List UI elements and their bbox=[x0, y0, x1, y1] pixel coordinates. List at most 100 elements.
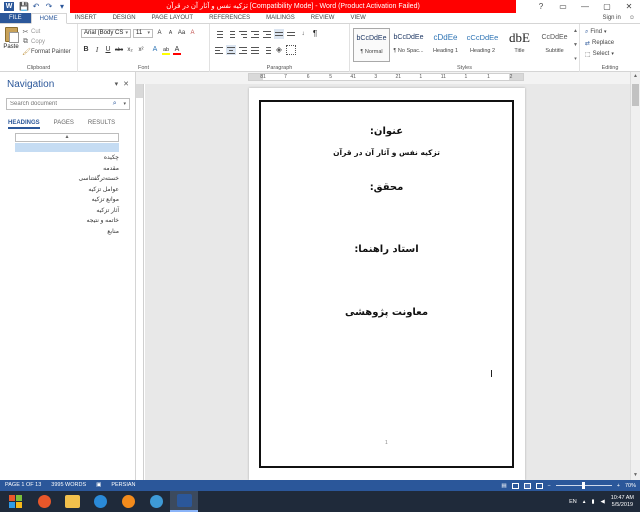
tab-review[interactable]: REVIEW bbox=[303, 13, 343, 23]
horizontal-ruler[interactable]: 81 7 6 5 41 3 21 1 11 1 1 2 bbox=[248, 73, 524, 81]
subscript-button[interactable]: x₂ bbox=[125, 45, 135, 55]
word-count[interactable]: 3995 WORDS bbox=[46, 480, 91, 491]
clock[interactable]: 10:47 AM 5/5/2019 bbox=[611, 495, 634, 509]
start-button[interactable] bbox=[0, 491, 30, 512]
tab-references[interactable]: REFERENCES bbox=[201, 13, 258, 23]
customize-qat-icon[interactable]: ▾ bbox=[58, 2, 66, 11]
borders-icon[interactable] bbox=[286, 45, 296, 55]
document-page[interactable]: عنوان: تزکیه نفس و آثار آن در قرآن محقق:… bbox=[249, 88, 525, 480]
rtl-direction-icon[interactable] bbox=[286, 29, 296, 39]
numbering-icon[interactable] bbox=[226, 29, 236, 39]
zoom-slider-knob[interactable] bbox=[581, 482, 585, 489]
maximize-button[interactable]: ▢ bbox=[596, 0, 618, 13]
find-button[interactable]: ⌕ Find ▾ bbox=[585, 27, 607, 37]
bold-button[interactable]: B bbox=[81, 45, 91, 55]
change-case-button[interactable]: Aa bbox=[177, 29, 186, 38]
network-icon[interactable]: ▮ bbox=[591, 499, 594, 505]
sort-icon[interactable]: ↓ bbox=[298, 29, 308, 39]
tab-results[interactable]: RESULTS bbox=[88, 120, 115, 129]
bullets-icon[interactable] bbox=[214, 29, 224, 39]
style-heading-1[interactable]: cDdEe Heading 1 bbox=[427, 28, 464, 62]
close-button[interactable]: ✕ bbox=[618, 0, 640, 13]
help-button[interactable]: ? bbox=[530, 0, 552, 13]
close-pane-icon[interactable]: ✕ bbox=[123, 80, 129, 88]
decrease-indent-icon[interactable] bbox=[250, 29, 260, 39]
search-document-input[interactable] bbox=[10, 101, 106, 107]
zoom-level[interactable]: 70% bbox=[625, 483, 636, 489]
vertical-ruler[interactable] bbox=[136, 84, 144, 480]
zoom-out-icon[interactable]: − bbox=[548, 483, 551, 489]
align-right-icon[interactable] bbox=[238, 45, 248, 55]
top-margin-marker[interactable] bbox=[136, 84, 143, 98]
volume-icon[interactable]: ◀ bbox=[601, 499, 605, 505]
tab-headings[interactable]: HEADINGS bbox=[8, 120, 40, 129]
font-name-combo[interactable]: Arial (Body CS ▾ bbox=[81, 29, 131, 38]
underline-button[interactable]: U bbox=[103, 45, 113, 55]
highlight-button[interactable]: ab bbox=[161, 45, 171, 55]
align-center-icon[interactable] bbox=[226, 45, 236, 55]
minimize-button[interactable]: — bbox=[574, 0, 596, 13]
search-icon[interactable]: ⌕ bbox=[113, 100, 117, 108]
show-marks-button[interactable]: ¶ bbox=[310, 29, 320, 39]
tab-pages[interactable]: PAGES bbox=[54, 120, 74, 129]
redo-icon[interactable]: ↷ bbox=[45, 2, 53, 11]
heading-item[interactable]: منابع bbox=[15, 228, 119, 239]
style-heading-2[interactable]: cCcDdEe Heading 2 bbox=[464, 28, 501, 62]
undo-icon[interactable]: ↶ bbox=[32, 2, 40, 11]
justify-icon[interactable] bbox=[250, 45, 260, 55]
pane-options-icon[interactable]: ▾ bbox=[115, 80, 119, 88]
style-title[interactable]: dbE Title bbox=[501, 28, 538, 62]
zoom-slider[interactable] bbox=[555, 482, 612, 489]
chevron-down-icon[interactable]: ▾ bbox=[123, 101, 126, 107]
taskbar-ie[interactable] bbox=[86, 491, 114, 512]
text-effects-button[interactable]: A bbox=[150, 45, 160, 55]
vertical-scrollbar[interactable]: ▲ ▼ bbox=[630, 72, 640, 480]
tray-language[interactable]: EN bbox=[569, 499, 577, 505]
save-icon[interactable]: 💾 bbox=[19, 2, 29, 11]
multilevel-list-icon[interactable] bbox=[238, 29, 248, 39]
copy-button[interactable]: ⧉ Copy bbox=[22, 37, 71, 47]
tab-insert[interactable]: INSERT bbox=[67, 13, 105, 23]
font-color-button[interactable]: A bbox=[172, 45, 182, 55]
scroll-up-icon[interactable]: ▲ bbox=[631, 72, 640, 81]
sign-in-link[interactable]: Sign in bbox=[603, 13, 621, 23]
format-painter-button[interactable]: 🖌 Format Painter bbox=[22, 47, 71, 57]
scroll-thumb[interactable] bbox=[632, 84, 639, 106]
align-left-icon[interactable] bbox=[214, 45, 224, 55]
shading-icon[interactable]: ◈ bbox=[274, 45, 284, 55]
nav-search-box[interactable]: ⌕ ▾ bbox=[6, 98, 130, 110]
increase-indent-icon[interactable] bbox=[262, 29, 272, 39]
replace-button[interactable]: ⇄ Replace bbox=[585, 38, 614, 48]
more-styles-icon[interactable]: ▾ bbox=[572, 56, 579, 62]
tab-file[interactable]: FILE bbox=[0, 13, 31, 23]
zoom-in-icon[interactable]: + bbox=[617, 483, 620, 489]
tab-view[interactable]: VIEW bbox=[342, 13, 373, 23]
chevron-up-icon[interactable]: ▲ bbox=[572, 28, 579, 34]
styles-gallery-scroll[interactable]: ▲ ▼ ▾ bbox=[572, 28, 579, 62]
language-indicator[interactable]: PERSIAN bbox=[106, 480, 140, 491]
taskbar-file-explorer[interactable] bbox=[58, 491, 86, 512]
heading-item[interactable]: آثار تزکیه bbox=[15, 207, 119, 218]
heading-item[interactable]: مقدمه bbox=[15, 165, 119, 176]
heading-item[interactable]: چکیده bbox=[15, 154, 119, 165]
font-size-combo[interactable]: 11 ▾ bbox=[133, 29, 153, 38]
style-subtitle[interactable]: CcDdEe Subtitle bbox=[536, 28, 573, 62]
tab-page-layout[interactable]: PAGE LAYOUT bbox=[144, 13, 201, 23]
chevron-down-icon[interactable]: ▼ bbox=[572, 42, 579, 48]
read-mode-icon[interactable] bbox=[511, 482, 519, 489]
tab-design[interactable]: DESIGN bbox=[105, 13, 144, 23]
taskbar-telegram[interactable] bbox=[142, 491, 170, 512]
heading-item[interactable]: عوامل تزکیه bbox=[15, 186, 119, 197]
smiley-icon[interactable]: ☺ bbox=[629, 13, 635, 23]
taskbar-word[interactable] bbox=[170, 491, 198, 512]
web-layout-icon[interactable] bbox=[535, 482, 543, 489]
italic-button[interactable]: I bbox=[92, 45, 102, 55]
ribbon-display-options-button[interactable]: ▭ bbox=[552, 0, 574, 13]
ltr-direction-icon[interactable] bbox=[274, 29, 284, 39]
macro-icon[interactable]: ▤ bbox=[501, 483, 506, 489]
scroll-down-icon[interactable]: ▼ bbox=[631, 471, 640, 480]
selected-heading-row[interactable] bbox=[15, 143, 119, 152]
line-spacing-icon[interactable] bbox=[262, 45, 272, 55]
heading-item[interactable]: خسته‌ترگفتنا‌سی bbox=[15, 175, 119, 186]
style-no-spacing[interactable]: bCcDdEe ¶ No Spac... bbox=[390, 28, 427, 62]
